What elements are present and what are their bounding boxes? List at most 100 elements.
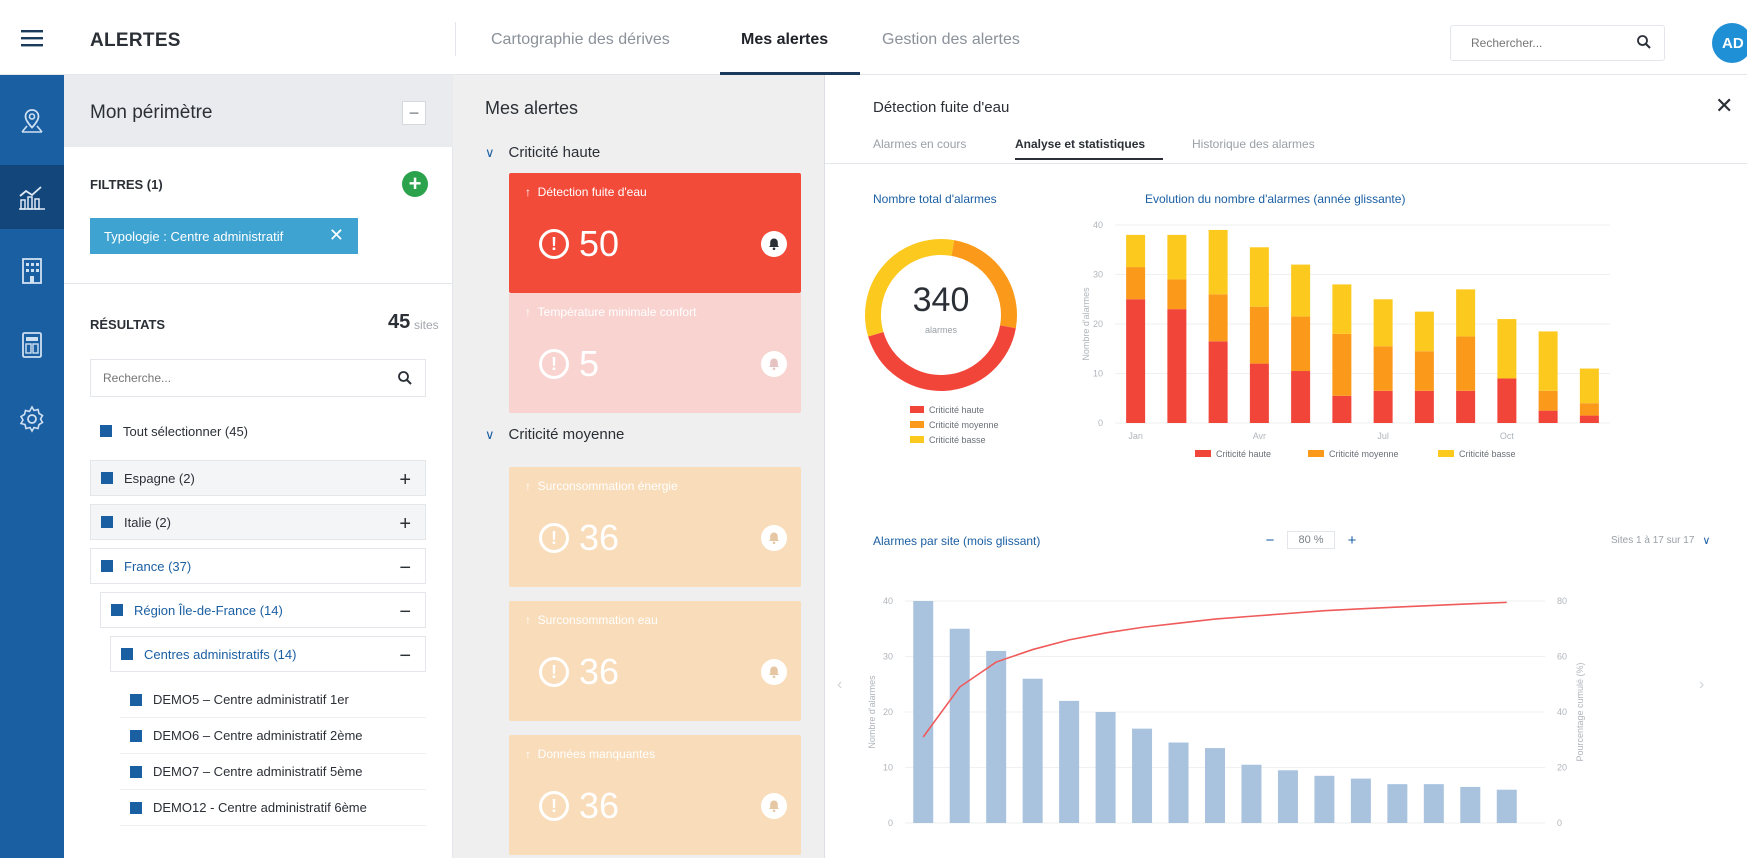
chevron-down-icon[interactable]: ∨ — [485, 427, 495, 443]
chevron-down-icon[interactable]: ∨ — [1702, 534, 1710, 547]
site-search-input[interactable] — [91, 360, 371, 396]
bar-segment — [1291, 316, 1311, 372]
bell-icon[interactable] — [761, 793, 787, 819]
chevron-down-icon[interactable]: ∨ — [485, 145, 495, 161]
alerts-column: Mes alertes ∨ Criticité haute ↑ Détectio… — [453, 75, 825, 858]
tab-mes-alertes[interactable]: Mes alertes — [741, 31, 828, 49]
add-filter-button[interactable]: + — [402, 171, 428, 197]
donut-chart: 340 alarmes Criticité haute Criticité moy… — [865, 239, 1017, 445]
bar-segment — [1332, 333, 1352, 396]
zoom-stepper[interactable]: − 80 % + — [1261, 531, 1361, 549]
site-range[interactable]: Sites 1 à 17 sur 17 ∨ — [1611, 534, 1710, 547]
alert-name: ↑ Surconsommation eau — [525, 613, 658, 627]
alert-card[interactable]: ↑ Surconsommation eau ! 36 — [509, 601, 801, 721]
group-criticite-moyenne[interactable]: ∨ Criticité moyenne — [485, 426, 624, 443]
expand-icon[interactable]: + — [399, 470, 411, 490]
alert-card[interactable]: ↑ Température minimale confort ! 5 — [509, 293, 801, 413]
bell-icon[interactable] — [761, 659, 787, 685]
checkbox[interactable] — [130, 765, 142, 778]
site-search[interactable] — [90, 359, 426, 397]
collapse-icon[interactable]: − — [399, 646, 411, 666]
alert-card[interactable]: ↑ Détection fuite d'eau ! 50 — [509, 173, 801, 293]
tree-item-idf[interactable]: Région Île-de-France (14) − — [100, 592, 426, 628]
y-tick-label: 20 — [1093, 319, 1103, 329]
chart-icon[interactable] — [0, 165, 64, 229]
site-bar — [1241, 764, 1262, 823]
tab-analyse[interactable]: Analyse et statistiques — [1015, 137, 1145, 151]
legend-swatch — [1195, 450, 1211, 457]
collapse-icon[interactable]: − — [399, 558, 411, 578]
tree-item-site[interactable]: DEMO5 – Centre administratif 1er — [120, 682, 426, 718]
search-icon[interactable] — [397, 370, 413, 391]
checkbox[interactable] — [100, 425, 112, 437]
bar-segment — [1456, 336, 1476, 391]
building-icon[interactable] — [0, 239, 64, 303]
zoom-out-button[interactable]: − — [1261, 532, 1279, 549]
tab-cartographie[interactable]: Cartographie des dérives — [491, 31, 670, 49]
bar-segment — [1414, 311, 1434, 352]
bell-icon[interactable] — [761, 525, 787, 551]
y2-tick-label: 0 — [1557, 818, 1562, 828]
bell-icon[interactable] — [761, 231, 787, 257]
evolution-title: Evolution du nombre d'alarmes (année gli… — [1145, 192, 1406, 206]
group-criticite-haute[interactable]: ∨ Criticité haute — [485, 144, 600, 161]
alert-count: 5 — [579, 343, 600, 384]
bar-segment — [1538, 331, 1558, 391]
bell-icon[interactable] — [761, 351, 787, 377]
filters-label: FILTRES (1) — [90, 177, 163, 192]
bar-segment — [1456, 289, 1476, 337]
y-tick-label: 0 — [1098, 418, 1103, 428]
collapse-button[interactable]: − — [402, 101, 426, 125]
evolution-chart: 010203040 Jan Avr Jul Oct Nombre d'alarmes … — [1081, 220, 1610, 459]
tree-item-site[interactable]: DEMO7 – Centre administratif 5ème — [120, 754, 426, 790]
gear-icon[interactable] — [0, 387, 64, 451]
checkbox[interactable] — [130, 693, 142, 706]
expand-icon[interactable]: + — [399, 514, 411, 534]
close-icon[interactable]: ✕ — [329, 225, 344, 246]
zoom-value[interactable]: 80 % — [1287, 531, 1335, 549]
tree-item-italie[interactable]: Italie (2) + — [90, 504, 426, 540]
global-search[interactable] — [1450, 25, 1665, 61]
dashboard-icon[interactable] — [0, 313, 64, 377]
checkbox[interactable] — [130, 729, 142, 742]
tree-label: Espagne (2) — [124, 470, 195, 486]
map-pin-icon[interactable] — [0, 89, 64, 153]
tree-item-site[interactable]: DEMO6 – Centre administratif 2ème — [120, 718, 426, 754]
bar-segment — [1291, 371, 1311, 423]
menu-icon[interactable] — [0, 0, 64, 75]
checkbox[interactable] — [121, 648, 133, 660]
warning-icon: ! — [539, 523, 569, 553]
close-icon[interactable]: ✕ — [1715, 93, 1733, 119]
user-avatar[interactable]: AD — [1712, 23, 1747, 63]
global-search-input[interactable] — [1451, 26, 1611, 60]
collapse-icon[interactable]: − — [399, 602, 411, 622]
alert-card[interactable]: ↑ Données manquantes ! 36 — [509, 735, 801, 855]
site-bar — [1387, 784, 1408, 823]
checkbox[interactable] — [130, 801, 142, 814]
filter-chip[interactable]: Typologie : Centre administratif ✕ — [90, 218, 358, 254]
tree-item-espagne[interactable]: Espagne (2) + — [90, 460, 426, 496]
pareto-ylabel: Nombre d'alarmes — [867, 675, 877, 749]
alert-card[interactable]: ↑ Surconsommation énergie ! 36 — [509, 467, 801, 587]
zoom-in-button[interactable]: + — [1343, 532, 1361, 549]
tree-label: DEMO7 – Centre administratif 5ème — [153, 764, 363, 779]
tab-gestion[interactable]: Gestion des alertes — [882, 31, 1020, 49]
checkbox[interactable] — [111, 604, 123, 616]
chevron-right-icon[interactable]: › — [1699, 676, 1704, 693]
tab-alarmes-en-cours[interactable]: Alarmes en cours — [873, 137, 966, 151]
checkbox[interactable] — [101, 472, 113, 484]
chevron-left-icon[interactable]: ‹ — [837, 676, 842, 693]
y-tick-label: 10 — [883, 763, 893, 773]
checkbox[interactable] — [101, 560, 113, 572]
search-icon[interactable] — [1636, 34, 1652, 55]
tree-select-all[interactable]: Tout sélectionner (45) — [100, 421, 248, 441]
tree-item-site[interactable]: DEMO12 - Centre administratif 6ème — [120, 790, 426, 826]
legend-label: Criticité haute — [929, 405, 984, 415]
alert-count: 36 — [579, 651, 620, 692]
tree-item-france[interactable]: France (37) − — [90, 548, 426, 584]
tab-historique[interactable]: Historique des alarmes — [1192, 137, 1315, 151]
checkbox[interactable] — [101, 516, 113, 528]
divider — [825, 163, 1747, 164]
tree-item-centres[interactable]: Centres administratifs (14) − — [110, 636, 426, 672]
tree-label: Tout sélectionner (45) — [123, 423, 249, 439]
